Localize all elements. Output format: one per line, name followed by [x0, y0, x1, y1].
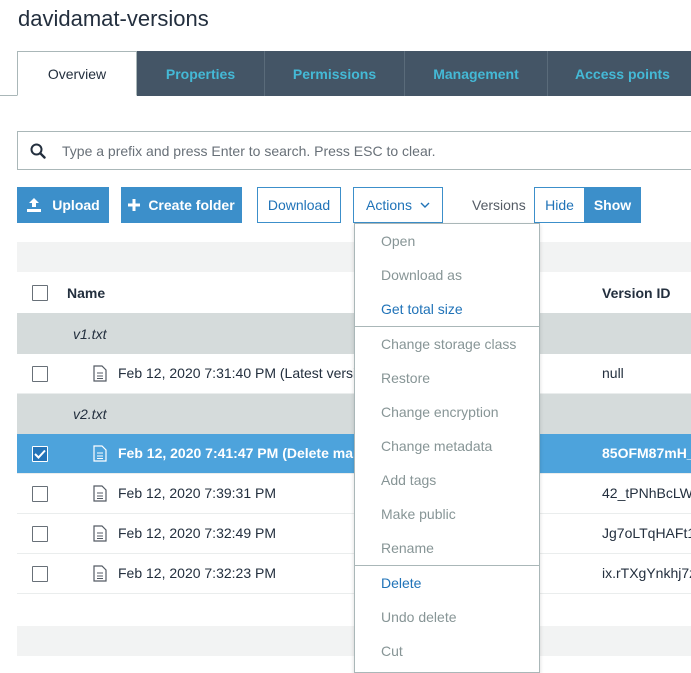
version-id: 42_tPNhBcLW — [602, 485, 691, 501]
actions-label: Actions — [366, 197, 412, 213]
upload-button[interactable]: Upload — [17, 187, 109, 223]
menu-item-change-encryption[interactable]: Change encryption — [355, 395, 539, 429]
object-name: v1.txt — [73, 326, 107, 342]
download-button[interactable]: Download — [257, 187, 341, 223]
actions-dropdown-menu: Open Download as Get total size Change s… — [354, 223, 540, 673]
version-id: null — [602, 365, 624, 381]
actions-button[interactable]: Actions — [353, 187, 443, 223]
upload-icon — [26, 197, 42, 213]
select-all-checkbox[interactable] — [32, 285, 48, 301]
create-folder-label: Create folder — [148, 197, 235, 213]
plus-icon — [128, 199, 141, 211]
object-name: v2.txt — [73, 406, 107, 422]
version-date: Feb 12, 2020 7:32:23 PM — [118, 565, 276, 581]
row-checkbox[interactable] — [32, 366, 48, 382]
file-icon — [93, 365, 107, 382]
version-id: ix.rTXgYnkhj7z — [602, 565, 691, 581]
menu-item-download-as[interactable]: Download as — [355, 258, 539, 292]
file-icon — [93, 525, 107, 542]
tab-bar: Overview Properties Permissions Manageme… — [0, 51, 691, 96]
hide-versions-button[interactable]: Hide — [534, 187, 585, 223]
menu-item-restore[interactable]: Restore — [355, 361, 539, 395]
search-input[interactable] — [58, 132, 691, 169]
menu-item-change-metadata[interactable]: Change metadata — [355, 429, 539, 463]
versions-label: Versions — [472, 197, 526, 213]
version-date: Feb 12, 2020 7:39:31 PM — [118, 485, 276, 501]
menu-item-make-public[interactable]: Make public — [355, 497, 539, 531]
file-icon — [93, 565, 107, 582]
tab-overview[interactable]: Overview — [17, 51, 137, 96]
menu-item-cut[interactable]: Cut — [355, 634, 539, 668]
menu-item-delete[interactable]: Delete — [355, 566, 539, 600]
version-id: Jg7oLTqHAFt1 — [602, 525, 691, 541]
row-checkbox[interactable] — [32, 486, 48, 502]
menu-item-open[interactable]: Open — [355, 224, 539, 258]
menu-item-add-tags[interactable]: Add tags — [355, 463, 539, 497]
file-icon — [93, 485, 107, 502]
tab-permissions[interactable]: Permissions — [265, 51, 405, 96]
checkmark-icon — [34, 449, 46, 459]
version-date: Feb 12, 2020 7:32:49 PM — [118, 525, 276, 541]
menu-item-get-total-size[interactable]: Get total size — [355, 292, 539, 326]
tab-properties[interactable]: Properties — [137, 51, 265, 96]
version-id: 85OFM87mH_ — [602, 445, 691, 461]
bucket-title: davidamat-versions — [18, 6, 209, 31]
version-id-column-header[interactable]: Version ID — [602, 285, 670, 301]
show-versions-button[interactable]: Show — [584, 187, 641, 223]
create-folder-button[interactable]: Create folder — [121, 187, 242, 223]
version-date: Feb 12, 2020 7:31:40 PM (Latest version) — [118, 365, 354, 381]
upload-label: Upload — [52, 197, 100, 213]
tab-management[interactable]: Management — [405, 51, 548, 96]
chevron-down-icon — [420, 202, 430, 208]
search-bar — [17, 131, 691, 170]
tab-access-points[interactable]: Access points — [548, 51, 691, 96]
menu-item-rename[interactable]: Rename — [355, 531, 539, 565]
menu-item-undo-delete[interactable]: Undo delete — [355, 600, 539, 634]
name-column-header[interactable]: Name — [67, 285, 105, 301]
search-icon — [18, 131, 58, 170]
menu-item-change-storage-class[interactable]: Change storage class — [355, 327, 539, 361]
row-checkbox[interactable] — [32, 526, 48, 542]
row-checkbox[interactable] — [32, 566, 48, 582]
version-date: Feb 12, 2020 7:41:47 PM (Delete marker) — [118, 445, 354, 461]
file-icon — [93, 445, 107, 462]
row-checkbox[interactable] — [32, 446, 48, 462]
